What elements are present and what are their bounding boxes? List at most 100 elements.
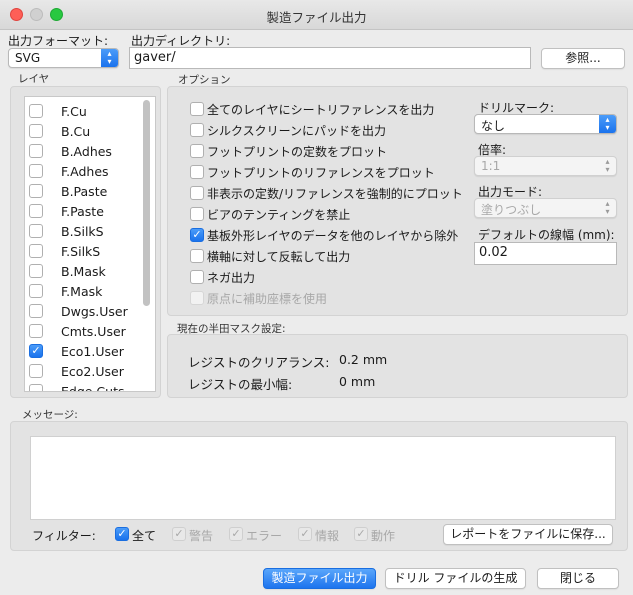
layer-row[interactable]: F.Cu [25,101,145,121]
checkbox-checked-icon: ✓ [229,527,243,541]
layer-list-scrollbar[interactable] [143,100,150,306]
filter-label-text: 全て [132,529,157,543]
checkbox-checked-icon[interactable]: ✓ [115,527,129,541]
output-dir-input[interactable]: gaver/ [129,47,531,69]
checkbox-icon[interactable] [190,249,204,263]
chevron-updown-icon: ▴ ▾ [605,157,610,174]
layer-row[interactable]: Dwgs.User [25,301,145,321]
option-label: ビアのテンティングを禁止 [207,208,351,222]
layer-row[interactable]: F.Adhes [25,161,145,181]
checkbox-icon[interactable] [190,207,204,221]
option-label: ネガ出力 [207,271,256,285]
checkbox-checked-icon[interactable]: ✓ [29,344,43,358]
option-label: 非表示の定数/リファレンスを強制的にプロット [207,187,463,201]
option-label: 横軸に対して反転して出力 [207,250,351,264]
scale-value: 1:1 [481,159,501,173]
layer-row[interactable]: Eco2.User [25,361,145,381]
layer-row[interactable]: F.Paste [25,201,145,221]
layer-name: Eco2.User [61,364,124,379]
layer-row[interactable]: Edge.Cuts [25,381,145,392]
layer-row[interactable]: F.SilkS [25,241,145,261]
format-select[interactable]: SVG ▴ ▾ [8,48,119,68]
layer-name: F.SilkS [61,244,101,259]
option-label: 原点に補助座標を使用 [207,292,328,306]
checkbox-icon[interactable] [29,284,43,298]
drill-marks-select[interactable]: なし ▴ ▾ [474,114,617,134]
scale-select: 1:1 ▴ ▾ [474,156,617,176]
checkbox-icon[interactable] [190,123,204,137]
window-title: 製造ファイル出力 [266,10,367,25]
message-log[interactable] [30,436,616,520]
output-mode-value: 塗りつぶし [481,203,542,217]
option-label: シルクスクリーンにパッドを出力 [207,124,387,138]
checkbox-checked-icon: ✓ [354,527,368,541]
filter-label-text: 動作 [371,529,396,543]
layer-list[interactable]: F.Cu B.Cu B.Adhes F.Adhes B.Paste F.Paste B.Si… [24,96,156,392]
checkbox-icon[interactable] [29,244,43,258]
chevron-updown-icon: ▴ ▾ [599,115,616,133]
layer-name: Edge.Cuts [61,384,125,392]
filter-label-text: エラー [246,529,283,543]
layer-name: F.Mask [61,284,103,299]
option-label: 全てのレイヤにシートリファレンスを出力 [207,103,435,117]
layer-name: F.Paste [61,204,104,219]
layer-row[interactable]: B.Paste [25,181,145,201]
option-label: フットプリントのリファレンスをプロット [207,166,435,180]
checkbox-checked-icon: ✓ [172,527,186,541]
checkbox-icon[interactable] [190,270,204,284]
chevron-updown-icon: ▴ ▾ [101,49,118,67]
checkbox-checked-icon[interactable]: ✓ [190,228,204,242]
checkbox-icon[interactable] [29,204,43,218]
filter-label-text: 警告 [189,529,214,543]
checkbox-icon[interactable] [190,186,204,200]
checkbox-icon[interactable] [29,184,43,198]
option-label: 基板外形レイヤのデータを他のレイヤから除外 [207,229,459,243]
layer-name: B.Mask [61,264,106,279]
layer-name: F.Adhes [61,164,109,179]
layer-row[interactable]: ✓ Eco1.User [25,341,145,361]
checkbox-icon[interactable] [29,164,43,178]
layer-name: B.Adhes [61,144,112,159]
checkbox-checked-icon: ✓ [298,527,312,541]
filter-label: フィルター: [32,529,96,543]
line-width-input[interactable]: 0.02 [474,242,617,265]
layer-row[interactable]: B.SilkS [25,221,145,241]
browse-button[interactable]: 参照... [541,48,625,69]
layer-name: F.Cu [61,104,87,119]
layers-section-label: レイヤ [18,73,50,85]
min-width-value: 0 mm [339,374,376,389]
checkbox-icon[interactable] [29,364,43,378]
layer-name: B.Paste [61,184,108,199]
checkbox-icon[interactable] [29,384,43,391]
line-width-label: デフォルトの線幅 (mm): [478,228,615,242]
layer-name: B.Cu [61,124,91,139]
layer-row[interactable]: B.Adhes [25,141,145,161]
option-label: フットプリントの定数をプロット [207,145,388,159]
checkbox-icon[interactable] [29,124,43,138]
clearance-label: レジストのクリアランス: [188,355,330,370]
checkbox-icon[interactable] [190,102,204,116]
checkbox-icon[interactable] [29,264,43,278]
checkbox-icon[interactable] [29,324,43,338]
save-report-button[interactable]: レポートをファイルに保存... [443,524,613,545]
plot-button[interactable]: 製造ファイル出力 [263,568,376,589]
output-mode-select: 塗りつぶし ▴ ▾ [474,198,617,218]
checkbox-icon[interactable] [29,224,43,238]
layer-name: Eco1.User [61,344,124,359]
checkbox-icon[interactable] [29,104,43,118]
filter-label-text: 情報 [315,529,340,543]
clearance-value: 0.2 mm [339,352,388,367]
drill-marks-value: なし [481,119,506,133]
checkbox-icon[interactable] [190,165,204,179]
checkbox-icon[interactable] [29,144,43,158]
layer-row[interactable]: B.Mask [25,261,145,281]
layer-row[interactable]: Cmts.User [25,321,145,341]
checkbox-icon[interactable] [29,304,43,318]
messages-section-label: メッセージ: [22,409,78,421]
min-width-label: レジストの最小幅: [188,377,293,392]
checkbox-icon[interactable] [190,144,204,158]
close-button[interactable]: 閉じる [537,568,619,589]
layer-row[interactable]: B.Cu [25,121,145,141]
layer-row[interactable]: F.Mask [25,281,145,301]
generate-drill-button[interactable]: ドリル ファイルの生成 [385,568,526,589]
